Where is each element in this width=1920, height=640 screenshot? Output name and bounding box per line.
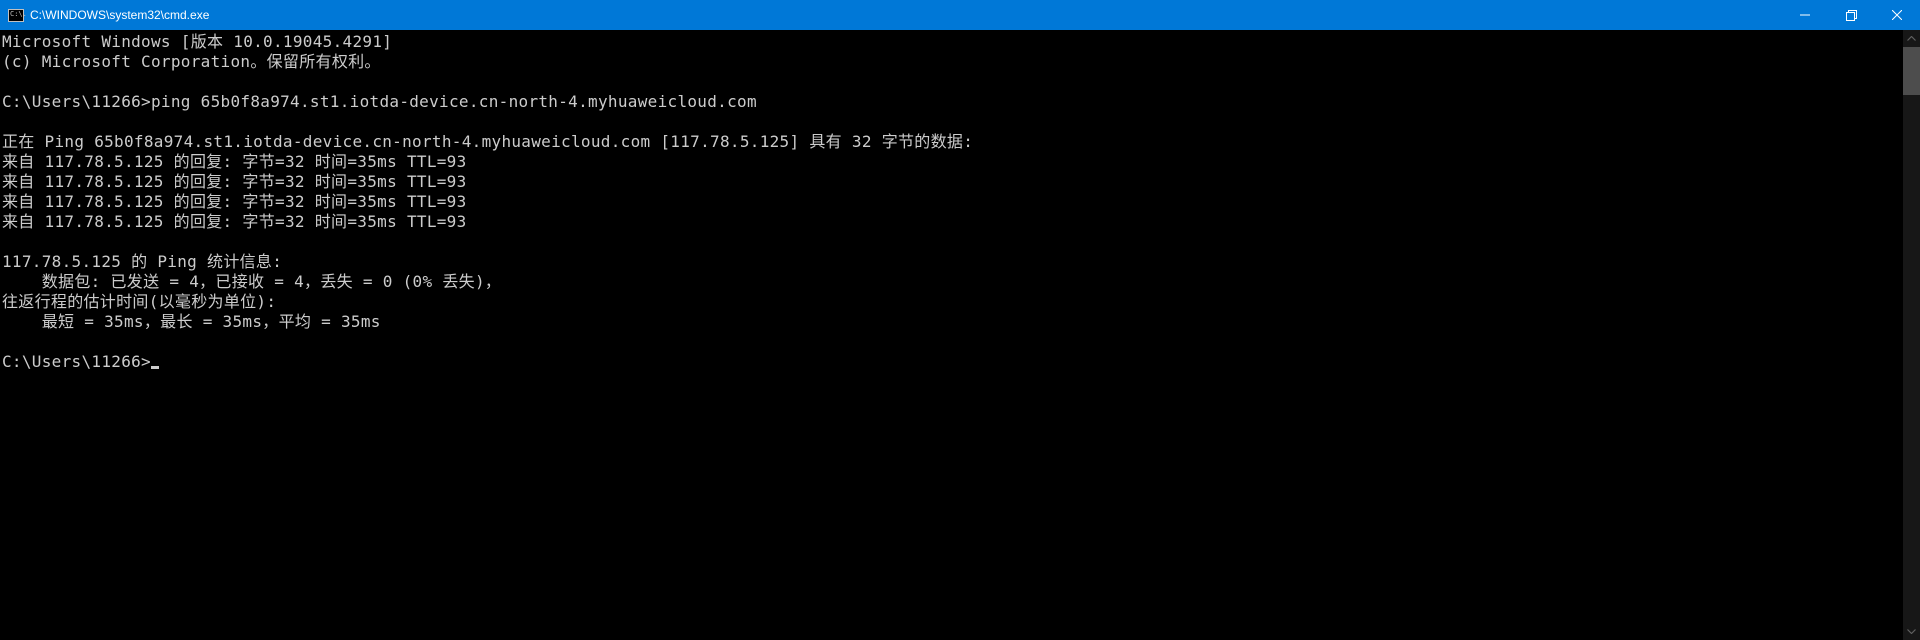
ping-reply: 来自 117.78.5.125 的回复: 字节=32 时间=35ms TTL=9… [2, 152, 467, 171]
client-area: Microsoft Windows [版本 10.0.19045.4291] (… [0, 30, 1920, 640]
os-version-line: Microsoft Windows [版本 10.0.19045.4291] [2, 32, 392, 51]
close-button[interactable] [1874, 0, 1920, 30]
chevron-up-icon [1907, 36, 1916, 41]
cmd-window: C:\. C:\WINDOWS\system32\cmd.exe [0, 0, 1920, 640]
scroll-thumb[interactable] [1903, 47, 1920, 95]
ping-reply: 来自 117.78.5.125 的回复: 字节=32 时间=35ms TTL=9… [2, 172, 467, 191]
minimize-icon [1800, 10, 1810, 20]
ping-command: ping 65b0f8a974.st1.iotda-device.cn-nort… [151, 92, 757, 111]
cursor [151, 366, 159, 369]
terminal-output[interactable]: Microsoft Windows [版本 10.0.19045.4291] (… [0, 30, 1903, 640]
window-controls [1782, 0, 1920, 30]
window-title: C:\WINDOWS\system32\cmd.exe [30, 8, 209, 22]
ping-stats-packets: 数据包: 已发送 = 4，已接收 = 4，丢失 = 0 (0% 丢失)， [2, 272, 501, 291]
minimize-button[interactable] [1782, 0, 1828, 30]
close-icon [1892, 10, 1902, 20]
vertical-scrollbar[interactable] [1903, 30, 1920, 640]
scroll-up-button[interactable] [1903, 30, 1920, 47]
chevron-down-icon [1907, 629, 1916, 634]
rtt-header: 往返行程的估计时间(以毫秒为单位): [2, 292, 276, 311]
prompt-path: C:\Users\11266> [2, 92, 151, 111]
maximize-button[interactable] [1828, 0, 1874, 30]
prompt-line: C:\Users\11266>ping 65b0f8a974.st1.iotda… [2, 92, 757, 111]
ping-stats-header: 117.78.5.125 的 Ping 统计信息: [2, 252, 282, 271]
rtt-values: 最短 = 35ms，最长 = 35ms，平均 = 35ms [2, 312, 381, 331]
prompt-path: C:\Users\11266> [2, 352, 151, 371]
pinging-line: 正在 Ping 65b0f8a974.st1.iotda-device.cn-n… [2, 132, 973, 151]
prompt-line: C:\Users\11266> [2, 352, 159, 371]
scroll-down-button[interactable] [1903, 623, 1920, 640]
titlebar[interactable]: C:\. C:\WINDOWS\system32\cmd.exe [0, 0, 1920, 30]
restore-icon [1846, 10, 1857, 21]
ping-reply: 来自 117.78.5.125 的回复: 字节=32 时间=35ms TTL=9… [2, 212, 467, 231]
ping-reply: 来自 117.78.5.125 的回复: 字节=32 时间=35ms TTL=9… [2, 192, 467, 211]
cmd-app-icon: C:\. [8, 8, 24, 22]
copyright-line: (c) Microsoft Corporation。保留所有权利。 [2, 52, 381, 71]
